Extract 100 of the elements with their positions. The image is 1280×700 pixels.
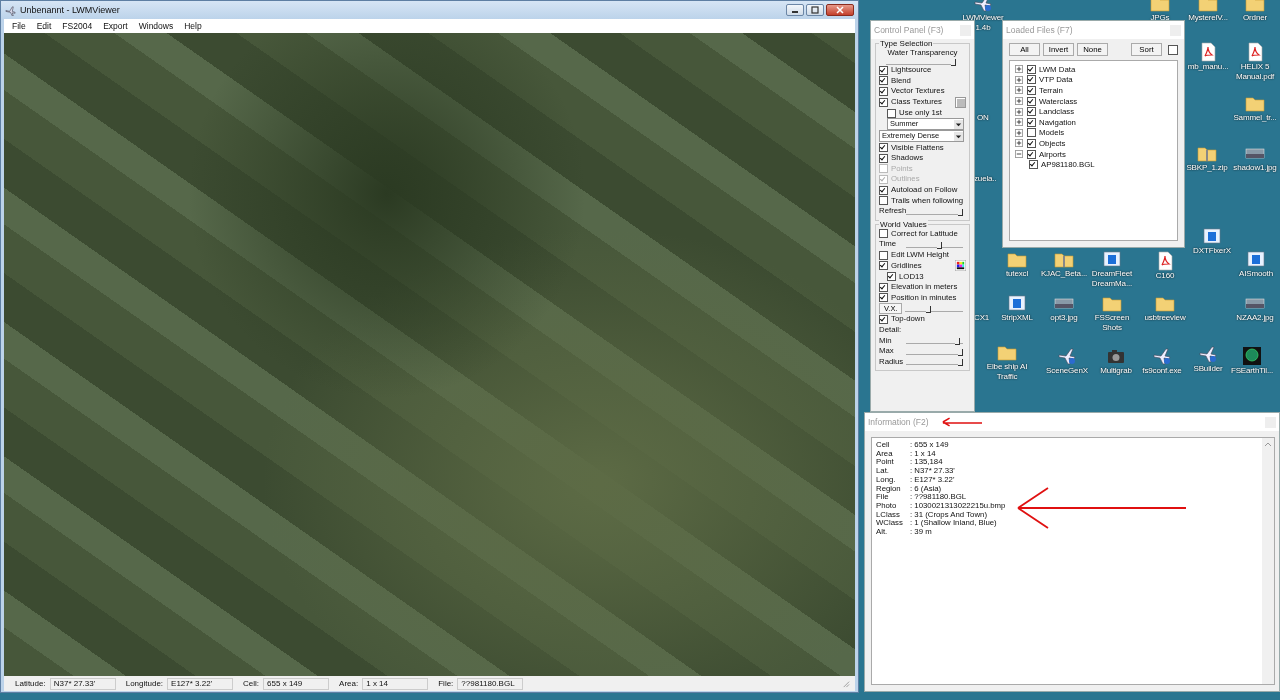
slider-track[interactable] — [906, 337, 963, 345]
close-button[interactable] — [826, 4, 854, 16]
checkbox[interactable] — [1027, 96, 1036, 106]
slider-track[interactable] — [906, 207, 963, 215]
application-icon[interactable] — [1102, 249, 1122, 269]
desktop-icon-label[interactable]: FSEarthTil... — [1230, 366, 1274, 376]
desktop-icon-label[interactable]: SBuilder — [1193, 364, 1223, 374]
desktop-icon-label[interactable]: StripXML — [1001, 313, 1033, 323]
menu-item[interactable]: Edit — [36, 21, 52, 31]
checkbox[interactable] — [879, 143, 888, 153]
slider-thumb[interactable] — [958, 359, 963, 367]
status-label: Cell: — [243, 679, 260, 688]
checkbox[interactable] — [887, 108, 896, 118]
checkbox[interactable] — [1027, 117, 1036, 127]
application-icon[interactable] — [1007, 293, 1027, 313]
desktop-icon-label[interactable]: KJAC_Beta... — [1040, 269, 1088, 279]
minimize-button[interactable] — [786, 4, 804, 16]
desktop-icon-label[interactable]: MysterelV... — [1188, 13, 1228, 23]
checkbox[interactable] — [879, 261, 888, 271]
application-icon[interactable] — [1202, 226, 1222, 246]
desktop-icon-label[interactable]: C160 — [1155, 271, 1175, 281]
expand-icon[interactable] — [1015, 97, 1023, 106]
expand-icon[interactable] — [1015, 118, 1023, 127]
checkbox[interactable] — [879, 293, 888, 303]
menu-item[interactable]: File — [12, 21, 26, 31]
checkbox[interactable] — [879, 282, 888, 292]
expand-icon[interactable] — [1015, 75, 1023, 84]
desktop-icon-label[interactable]: FSScreen Shots — [1088, 313, 1136, 333]
expand-icon[interactable] — [1015, 86, 1023, 95]
desktop-icon-label[interactable]: zuela.. — [974, 174, 997, 184]
checkbox[interactable] — [1027, 149, 1036, 159]
expand-icon[interactable] — [1015, 139, 1023, 148]
pdf-file-icon[interactable] — [1198, 42, 1218, 62]
maximize-button[interactable] — [806, 4, 824, 16]
desktop-icon-label[interactable]: Multigrab — [1100, 366, 1132, 376]
checkbox[interactable] — [879, 229, 888, 239]
desktop-icon-label[interactable]: JPGs — [1150, 13, 1170, 23]
checkbox[interactable] — [879, 314, 888, 324]
slider-track[interactable] — [906, 358, 963, 366]
checkbox[interactable] — [1027, 107, 1036, 117]
checkbox[interactable] — [879, 196, 888, 206]
checkbox[interactable] — [1027, 128, 1036, 138]
checkbox[interactable] — [879, 97, 888, 107]
globe-icon[interactable] — [1242, 346, 1262, 366]
desktop-icon-label[interactable]: Ordner — [1243, 13, 1267, 23]
checkbox[interactable] — [879, 250, 888, 260]
application-icon[interactable] — [1246, 249, 1266, 269]
checkbox[interactable] — [1168, 44, 1178, 55]
desktop-icon-label[interactable]: ON — [977, 113, 989, 123]
desktop-icon-label[interactable]: tutexcl — [1005, 269, 1029, 279]
desktop-icon-label[interactable]: NZAA2.jpg — [1236, 313, 1274, 323]
plane-icon[interactable] — [1057, 346, 1077, 366]
desktop-icon-label[interactable]: shadow1.jpg — [1233, 163, 1277, 173]
expand-icon[interactable] — [1015, 128, 1023, 137]
expand-icon[interactable] — [1015, 107, 1023, 116]
slider-track[interactable] — [905, 305, 963, 313]
collapse-icon[interactable] — [1015, 150, 1023, 159]
group-title: Type Selection — [879, 39, 934, 48]
menu-item[interactable]: Export — [103, 21, 128, 31]
desktop-icon-label[interactable]: DreamFleet DreamMa... — [1088, 269, 1136, 289]
desktop-icon-label[interactable]: SBKP_1.zip — [1186, 163, 1228, 173]
desktop-icon-label[interactable]: opt3.jpg — [1050, 313, 1078, 323]
scrollbar[interactable] — [1262, 438, 1274, 684]
slider-thumb[interactable] — [958, 348, 963, 356]
desktop-icon-label[interactable]: usbtreeview — [1144, 313, 1186, 323]
checkbox[interactable] — [879, 87, 888, 96]
desktop-icon-label[interactable]: HELIX 5 Manual.pdf — [1231, 62, 1279, 82]
checkbox[interactable] — [887, 272, 896, 282]
desktop-icon-label[interactable]: SceneGenX — [1046, 366, 1088, 376]
checkbox[interactable] — [879, 65, 888, 75]
checkbox[interactable] — [879, 76, 888, 86]
desktop-icon-label[interactable]: Sammel_tr... — [1233, 113, 1277, 123]
resize-grip-icon[interactable] — [841, 679, 850, 688]
slider-track[interactable] — [886, 58, 956, 65]
plane-icon[interactable] — [1198, 344, 1218, 364]
checkbox[interactable] — [1027, 64, 1036, 74]
color-palette-icon[interactable] — [955, 260, 966, 272]
checkbox[interactable] — [1027, 138, 1036, 148]
plane-icon[interactable] — [1152, 346, 1172, 366]
slider-track[interactable] — [906, 347, 963, 355]
checkbox[interactable] — [879, 153, 888, 163]
desktop-icon-label[interactable]: LWMViewer 1.4b — [959, 13, 1007, 33]
desktop-icon-label[interactable]: AISmooth — [1239, 269, 1273, 279]
checkbox[interactable] — [1027, 86, 1036, 95]
checkbox[interactable] — [1029, 160, 1038, 170]
status-label: File: — [438, 679, 454, 688]
desktop-icon-label[interactable]: Elbe ship AI Traffic — [983, 362, 1031, 382]
desktop-icon-label[interactable]: fs9conf.exe — [1142, 366, 1182, 376]
pdf-file-icon[interactable] — [1245, 42, 1265, 62]
desktop-icon-label[interactable]: mb_manu... — [1187, 62, 1229, 72]
menu-item[interactable]: Help — [184, 21, 202, 31]
pdf-file-icon[interactable] — [1155, 251, 1175, 271]
texture-button[interactable] — [955, 96, 966, 108]
desktop-icon-label[interactable]: DXTFixerX — [1193, 246, 1231, 256]
slider-track[interactable] — [906, 240, 963, 248]
checkbox[interactable] — [1027, 75, 1036, 85]
menu-item[interactable]: Windows — [138, 21, 174, 31]
expand-icon[interactable] — [1015, 65, 1023, 74]
checkbox[interactable] — [879, 185, 888, 195]
menu-item[interactable]: FS2004 — [62, 21, 93, 31]
